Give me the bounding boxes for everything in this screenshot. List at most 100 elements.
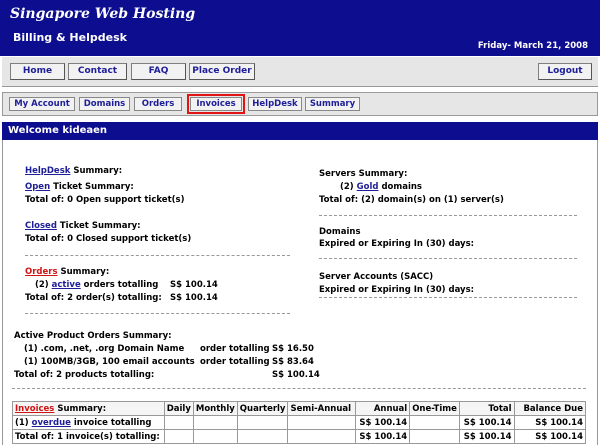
- tab-helpdesk[interactable]: HelpDesk: [248, 97, 302, 111]
- current-date: Friday- March 21, 2008: [477, 41, 588, 51]
- divider: [25, 313, 290, 314]
- monthly-cell: [192, 415, 238, 430]
- product-order-label: (1) 100MB/3GB, 100 email accounts: [24, 357, 195, 367]
- open-ticket-line: Open Ticket Summary:: [25, 182, 134, 192]
- invoices-summary-header: Invoices Summary:: [12, 401, 165, 416]
- invoices-summary-label: Summary:: [54, 403, 107, 414]
- invoices-total-label: Total of: 1 invoice(s) totalling:: [12, 429, 165, 444]
- tab-orders[interactable]: Orders: [134, 97, 182, 111]
- tab-domains[interactable]: Domains: [79, 97, 130, 111]
- balance-due-header: Balance Due: [513, 401, 587, 416]
- divider: [319, 297, 577, 298]
- semi-annual-header: Semi-Annual: [287, 401, 356, 416]
- divider: [25, 255, 290, 256]
- table-row: (1) overdue invoice totalling S$ 100.14 …: [12, 415, 587, 430]
- gold-domains-line: (2) Gold domains: [340, 182, 422, 192]
- faq-button[interactable]: FAQ: [131, 63, 186, 80]
- orders-summary-label: Summary:: [57, 267, 110, 277]
- one-time-header: One-Time: [409, 401, 460, 416]
- account-tab-bar: My Account Domains Orders Invoices HelpD…: [2, 92, 598, 116]
- daily-header: Daily: [163, 401, 194, 416]
- tab-summary[interactable]: Summary: [305, 97, 360, 111]
- one-time-cell: [409, 415, 460, 430]
- domains-title: Domains: [319, 227, 361, 237]
- helpdesk-link[interactable]: HelpDesk: [25, 166, 70, 176]
- servers-total: Total of: (2) domain(s) on (1) server(s): [319, 195, 504, 205]
- annual-header: Annual: [354, 401, 411, 416]
- active-orders-count: (2): [35, 280, 49, 290]
- monthly-cell: [192, 429, 238, 444]
- overdue-text: invoice totalling: [70, 417, 152, 428]
- domains-expiry: Expired or Expiring In (30) days:: [319, 239, 475, 249]
- orders-link[interactable]: Orders: [25, 267, 58, 277]
- invoices-link[interactable]: Invoices: [15, 404, 54, 414]
- product-order-amount: S$ 16.50: [272, 344, 314, 354]
- gold-domains-text: domains: [378, 182, 422, 192]
- active-orders-text: orders totalling: [80, 280, 159, 290]
- closed-ticket-total: Total of: 0 Closed support ticket(s): [25, 234, 192, 244]
- closed-tickets-link[interactable]: Closed: [25, 221, 57, 231]
- open-tickets-link[interactable]: Open: [25, 182, 50, 192]
- product-order-amount: S$ 83.64: [272, 357, 314, 367]
- open-ticket-total: Total of: 0 Open support ticket(s): [25, 195, 185, 205]
- divider: [319, 215, 577, 216]
- home-button[interactable]: Home: [10, 63, 65, 80]
- open-ticket-label: Ticket Summary:: [50, 182, 134, 192]
- active-orders-line: (2) active orders totalling: [35, 280, 158, 290]
- gold-link[interactable]: Gold: [357, 182, 379, 192]
- one-time-cell: [409, 429, 460, 444]
- semi-annual-cell: [287, 429, 356, 444]
- overdue-count: (1): [15, 417, 29, 428]
- helpdesk-summary-line: HelpDesk Summary:: [25, 166, 122, 176]
- table-total-row: Total of: 1 invoice(s) totalling: S$ 100…: [12, 429, 587, 444]
- closed-ticket-line: Closed Ticket Summary:: [25, 221, 141, 231]
- orders-total-text: Total of: 2 order(s) totalling:: [25, 293, 162, 303]
- gold-domains-count: (2): [340, 182, 354, 192]
- tab-my-account[interactable]: My Account: [9, 97, 75, 111]
- monthly-header: Monthly: [192, 401, 238, 416]
- overdue-link[interactable]: overdue: [32, 418, 71, 428]
- active-orders-amount: S$ 100.14: [170, 280, 218, 290]
- product-orders-total-text: Total of: 2 products totalling:: [14, 370, 155, 380]
- balance-due-total-cell: S$ 100.14: [513, 429, 587, 444]
- balance-due-cell: S$ 100.14: [513, 415, 587, 430]
- divider: [319, 258, 577, 259]
- annual-total-cell: S$ 100.14: [354, 429, 411, 444]
- logout-button[interactable]: Logout: [538, 63, 592, 80]
- contact-button[interactable]: Contact: [68, 63, 127, 80]
- site-header: Singapore Web Hosting Billing & Helpdesk…: [0, 0, 600, 56]
- brand-logo-text: Singapore Web Hosting: [10, 6, 196, 22]
- quarterly-cell: [236, 415, 289, 430]
- closed-ticket-label: Ticket Summary:: [56, 221, 141, 231]
- welcome-banner: Welcome kideaen: [2, 122, 598, 140]
- quarterly-cell: [236, 429, 289, 444]
- orders-total-amount: S$ 100.14: [170, 293, 218, 303]
- quarterly-header: Quarterly: [236, 401, 289, 416]
- active-orders-link[interactable]: active: [52, 280, 81, 290]
- product-order-label: (1) .com, .net, .org Domain Name: [24, 344, 185, 354]
- daily-cell: [163, 429, 194, 444]
- site-subtitle: Billing & Helpdesk: [13, 31, 127, 44]
- tab-invoices[interactable]: Invoices: [187, 94, 245, 114]
- table-header-row: Invoices Summary: Daily Monthly Quarterl…: [12, 401, 587, 416]
- server-accounts-expiry: Expired or Expiring In (30) days:: [319, 285, 475, 295]
- product-orders-title: Active Product Orders Summary:: [14, 331, 172, 341]
- divider: [12, 388, 586, 389]
- orders-summary-line: Orders Summary:: [25, 267, 109, 277]
- place-order-button[interactable]: Place Order: [189, 63, 255, 80]
- product-order-text: order totalling: [200, 357, 270, 367]
- product-order-text: order totalling: [200, 344, 270, 354]
- product-orders-total-amount: S$ 100.14: [272, 370, 320, 380]
- total-total-cell: S$ 100.14: [458, 429, 515, 444]
- top-nav-bar: Home Contact FAQ Place Order Logout: [2, 57, 598, 87]
- overdue-invoice-cell: (1) overdue invoice totalling: [12, 415, 165, 430]
- invoices-summary-table: Invoices Summary: Daily Monthly Quarterl…: [12, 401, 587, 444]
- annual-cell: S$ 100.14: [354, 415, 411, 430]
- total-cell: S$ 100.14: [458, 415, 515, 430]
- semi-annual-cell: [287, 415, 356, 430]
- servers-summary-title: Servers Summary:: [319, 169, 408, 179]
- server-accounts-title: Server Accounts (SACC): [319, 272, 434, 282]
- daily-cell: [163, 415, 194, 430]
- helpdesk-summary-label: Summary:: [70, 166, 123, 176]
- total-header: Total: [458, 401, 515, 416]
